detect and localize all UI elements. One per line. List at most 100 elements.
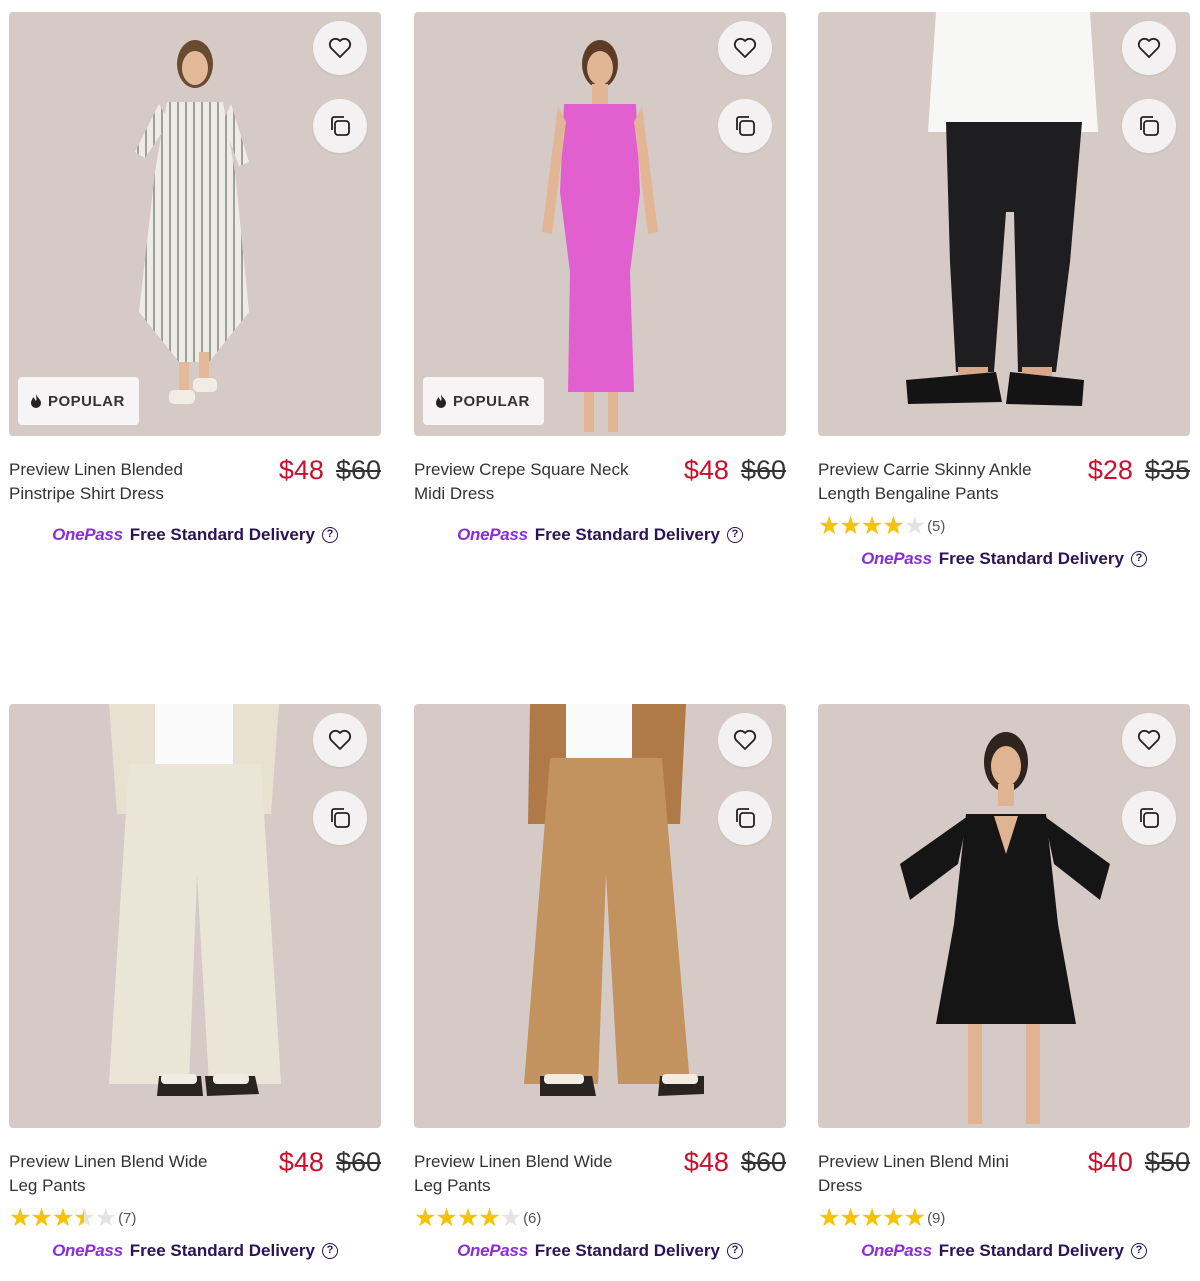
onepass-delivery: OnePass Free Standard Delivery ? [414, 1236, 786, 1266]
product-photo-pink-midi-dress [542, 40, 658, 432]
product-image[interactable] [414, 704, 786, 1128]
product-image[interactable] [818, 12, 1190, 436]
delivery-text: Free Standard Delivery [534, 525, 720, 544]
compare-icon [331, 808, 350, 828]
wishlist-button[interactable] [1122, 713, 1176, 767]
sale-price: $48 [683, 455, 729, 485]
product-rating[interactable]: ★★★★★★★★★★ (7) [9, 1204, 381, 1232]
onepass-delivery: OnePass Free Standard Delivery ? [818, 544, 1190, 574]
popular-badge-label: POPULAR [453, 392, 530, 410]
delivery-text: Free Standard Delivery [534, 1241, 720, 1260]
product-name[interactable]: Preview Carrie Skinny Ankle Length Benga… [818, 458, 1048, 506]
flame-icon [436, 393, 446, 408]
product-photo-tan-wide-pants [524, 704, 704, 1096]
product-name[interactable]: Preview Linen Blend Mini Dress [818, 1150, 1048, 1198]
heart-icon [1137, 37, 1161, 58]
compare-button[interactable] [718, 791, 772, 845]
product-image[interactable] [9, 704, 381, 1128]
original-price: $35 [1144, 455, 1190, 485]
product-card[interactable]: Preview Linen Blend Wide Leg Pants $48 $… [9, 704, 381, 1266]
product-rating[interactable]: ★★★★★★★★★★ (6) [414, 1204, 786, 1232]
product-rating[interactable]: ★★★★★ ★★★★★ (9) [818, 1204, 1190, 1232]
question-circle-icon[interactable]: ? [726, 1243, 743, 1259]
compare-button[interactable] [313, 791, 367, 845]
star-rating-icon: ★★★★★★★★★★ [818, 511, 926, 540]
delivery-text: Free Standard Delivery [129, 525, 315, 544]
product-card[interactable]: POPULAR Preview Linen Blended Pinstripe … [9, 12, 381, 550]
product-photo-striped-shirt-dress [135, 40, 249, 404]
delivery-text: Free Standard Delivery [938, 1241, 1124, 1260]
wishlist-button[interactable] [718, 21, 772, 75]
onepass-logo: OnePass [457, 525, 528, 544]
compare-button[interactable] [1122, 791, 1176, 845]
sale-price: $40 [1087, 1147, 1133, 1177]
question-circle-icon[interactable]: ? [726, 527, 743, 543]
original-price: $50 [1144, 1147, 1190, 1177]
star-rating-icon: ★★★★★★★★★★ [9, 1203, 117, 1232]
product-grid: POPULAR Preview Linen Blended Pinstripe … [0, 0, 1200, 1281]
onepass-logo: OnePass [861, 549, 932, 568]
wishlist-button[interactable] [1122, 21, 1176, 75]
product-name[interactable]: Preview Linen Blended Pinstripe Shirt Dr… [9, 458, 239, 506]
product-image[interactable] [818, 704, 1190, 1128]
compare-button[interactable] [718, 99, 772, 153]
product-image[interactable]: POPULAR [9, 12, 381, 436]
review-count: (7) [118, 1209, 137, 1227]
wishlist-button[interactable] [718, 713, 772, 767]
star-rating-icon: ★★★★★★★★★★ [414, 1203, 522, 1232]
original-price: $60 [335, 455, 381, 485]
question-circle-icon[interactable]: ? [321, 527, 338, 543]
compare-icon [736, 808, 755, 828]
sale-price: $48 [278, 455, 324, 485]
review-count: (9) [927, 1209, 946, 1227]
compare-button[interactable] [313, 99, 367, 153]
heart-icon [733, 729, 757, 750]
popular-badge: POPULAR [423, 377, 544, 425]
product-card[interactable]: Preview Linen Blend Wide Leg Pants $48 $… [414, 704, 786, 1266]
wishlist-button[interactable] [313, 713, 367, 767]
popular-badge-label: POPULAR [48, 392, 125, 410]
review-count: (6) [523, 1209, 542, 1227]
sale-price: $48 [683, 1147, 729, 1177]
heart-icon [733, 37, 757, 58]
original-price: $60 [740, 455, 786, 485]
product-image[interactable]: POPULAR [414, 12, 786, 436]
onepass-logo: OnePass [52, 1241, 123, 1260]
wishlist-button[interactable] [313, 21, 367, 75]
product-rating[interactable]: ★★★★★★★★★★ (5) [818, 512, 1190, 540]
original-price: $60 [335, 1147, 381, 1177]
product-name[interactable]: Preview Linen Blend Wide Leg Pants [9, 1150, 239, 1198]
original-price: $60 [740, 1147, 786, 1177]
heart-icon [328, 37, 352, 58]
product-name[interactable]: Preview Crepe Square Neck Midi Dress [414, 458, 644, 506]
delivery-text: Free Standard Delivery [938, 549, 1124, 568]
onepass-delivery: OnePass Free Standard Delivery ? [818, 1236, 1190, 1266]
product-photo-cream-wide-pants [109, 704, 281, 1096]
onepass-logo: OnePass [861, 1241, 932, 1260]
compare-icon [736, 116, 755, 136]
product-name[interactable]: Preview Linen Blend Wide Leg Pants [414, 1150, 644, 1198]
product-card[interactable]: Preview Linen Blend Mini Dress $40 $50 ★… [818, 704, 1190, 1266]
review-count: (5) [927, 517, 946, 535]
star-rating-icon: ★★★★★★★★★★ [818, 1203, 926, 1232]
question-circle-icon[interactable]: ? [321, 1243, 338, 1259]
product-card[interactable]: Preview Carrie Skinny Ankle Length Benga… [818, 12, 1190, 574]
onepass-delivery: OnePass Free Standard Delivery ? [414, 520, 786, 550]
question-circle-icon[interactable]: ? [1130, 1243, 1147, 1259]
flame-icon [31, 393, 41, 408]
heart-icon [1137, 729, 1161, 750]
onepass-logo: OnePass [52, 525, 123, 544]
compare-icon [1140, 808, 1159, 828]
product-card[interactable]: POPULAR Preview Crepe Square Neck Midi D… [414, 12, 786, 550]
sale-price: $28 [1087, 455, 1133, 485]
heart-icon [328, 729, 352, 750]
onepass-delivery: OnePass Free Standard Delivery ? [9, 1236, 381, 1266]
compare-button[interactable] [1122, 99, 1176, 153]
question-circle-icon[interactable]: ? [1130, 551, 1147, 567]
delivery-text: Free Standard Delivery [129, 1241, 315, 1260]
popular-badge: POPULAR [18, 377, 139, 425]
onepass-logo: OnePass [457, 1241, 528, 1260]
compare-icon [1140, 116, 1159, 136]
onepass-delivery: OnePass Free Standard Delivery ? [9, 520, 381, 550]
product-photo-black-mini-dress [900, 732, 1110, 1124]
